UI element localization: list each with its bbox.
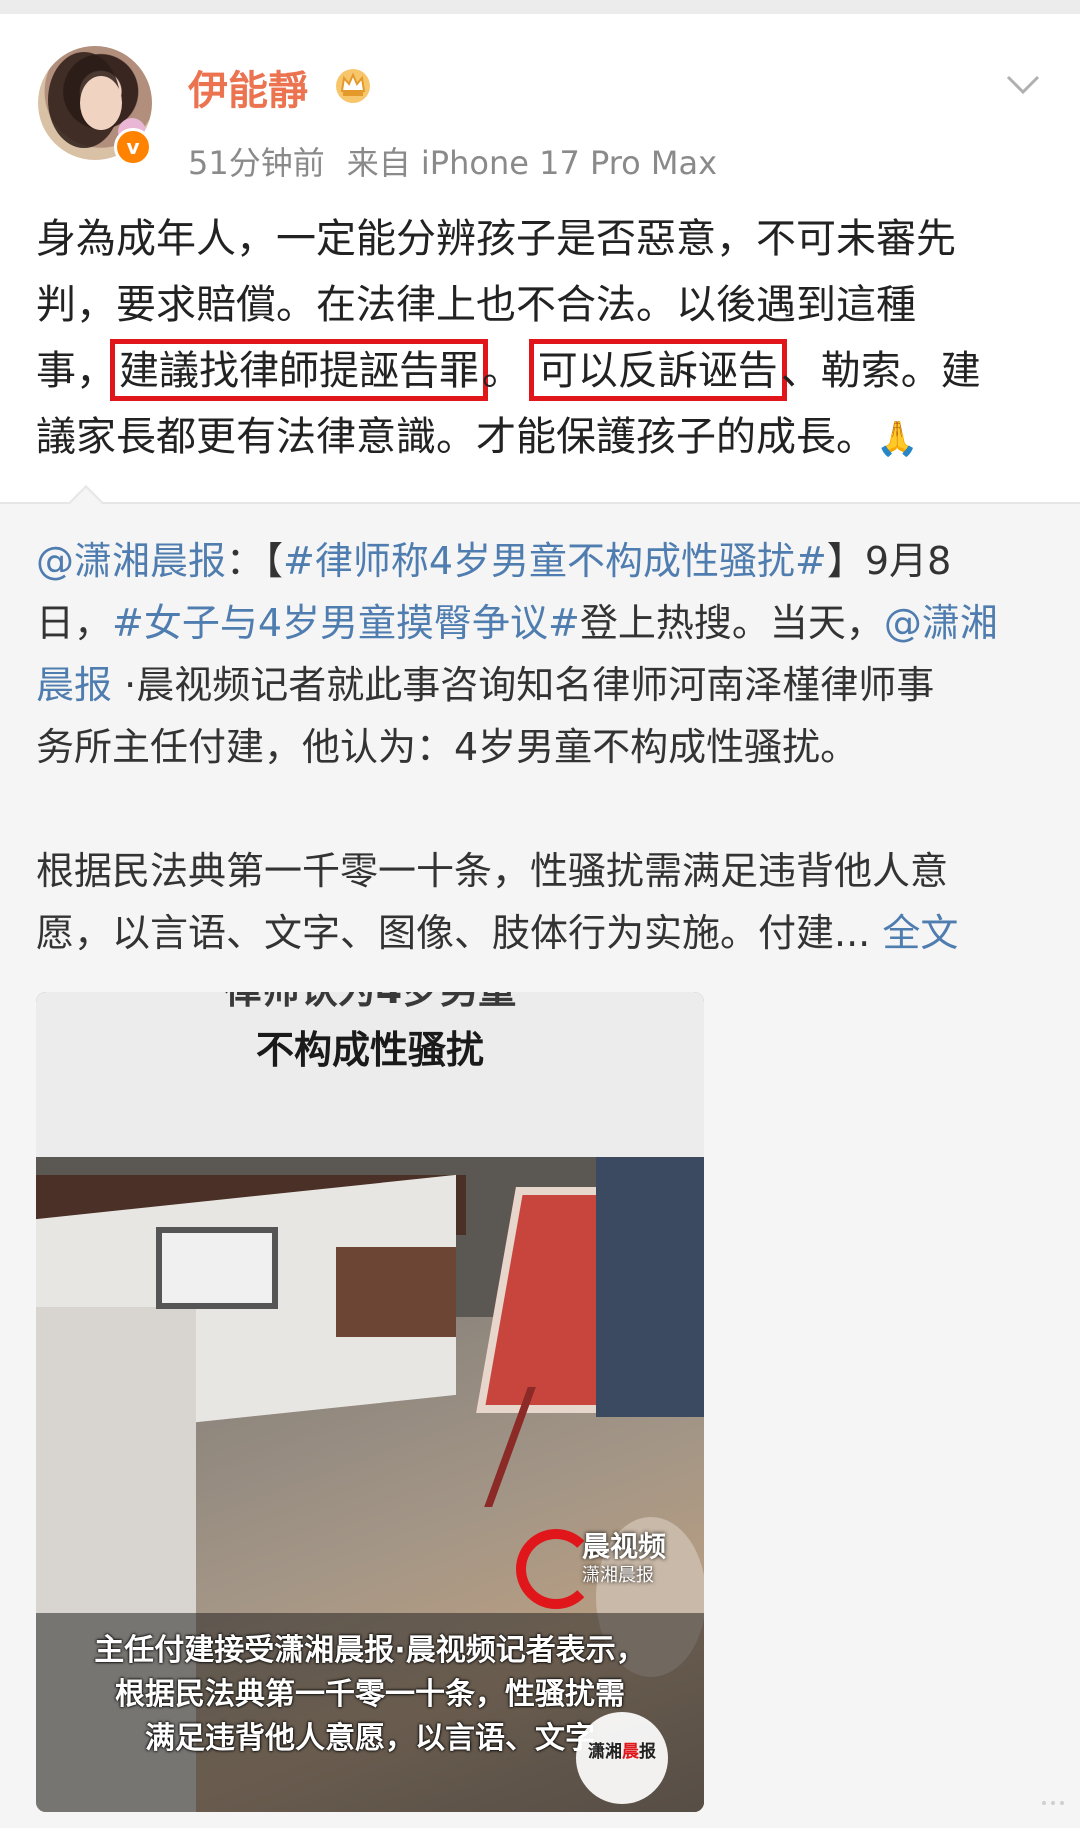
highlight-box: 建議找律師提誣告罪 xyxy=(110,339,488,401)
pray-emoji: 🙏 xyxy=(876,419,919,459)
post-source: 来自 iPhone 17 Pro Max xyxy=(346,144,718,182)
post-text-fragment: 、勒索。建 xyxy=(780,348,981,394)
topic-link[interactable]: #女子与4岁男童摸臀争议# xyxy=(112,601,580,645)
post-line: 判，要求賠償。在法律上也不合法。以後遇到這種 xyxy=(36,282,916,328)
repost-line: 根据民法典第一千零一十条，性骚扰需满足违背他人意 xyxy=(36,849,949,893)
repost-text-fragment: ：【 xyxy=(226,539,284,583)
caption-line: 根据民法典第一千零一十条，性骚扰需 xyxy=(115,1677,625,1712)
full-text-link[interactable]: 全文 xyxy=(882,911,958,955)
post-time: 51分钟前 xyxy=(188,144,325,182)
repost-text: @潇湘晨报：【#律师称4岁男童不构成性骚扰#】9月8 日，#女子与4岁男童摸臀争… xyxy=(36,530,1046,964)
video-title-area: 律师认为4岁男童 不构成性骚扰 xyxy=(36,992,704,1157)
mention-link[interactable]: @潇湘晨报 xyxy=(36,539,226,583)
more-dots-icon[interactable] xyxy=(1040,1796,1066,1810)
video-thumbnail[interactable]: 律师认为4岁男童 不构成性骚扰 晨视频 潇湘晨报 主任付建接受潇湘晨报·晨视频记… xyxy=(36,992,704,1812)
repost-line: 日，#女子与4岁男童摸臀争议#登上热搜。当天，@潇湘 xyxy=(36,592,1046,654)
topic-link[interactable]: #律师称4岁男童不构成性骚扰# xyxy=(283,539,827,583)
caption-line: 主任付建接受潇湘晨报·晨视频记者表示， xyxy=(94,1633,646,1668)
repost-text-fragment: 愿，以言语、文字、图像、肢体行为实施。付建... xyxy=(36,911,871,955)
post-text-fragment: 議家長都更有法律意識。才能保護孩子的成長。 xyxy=(36,414,876,460)
video-logo-text: 晨视频 xyxy=(582,1530,667,1563)
repost-line: 愿，以言语、文字、图像、肢体行为实施。付建... 全文 xyxy=(36,902,1046,964)
post-text: 身為成年人，一定能分辨孩子是否惡意，不可未審先 判，要求賠償。在法律上也不合法。… xyxy=(36,206,1046,472)
mention-link[interactable]: @潇湘 xyxy=(884,601,998,645)
post-line: 議家長都更有法律意識。才能保護孩子的成長。🙏 xyxy=(36,404,1046,472)
verified-badge-icon: v xyxy=(114,128,152,166)
crown-icon xyxy=(336,69,370,103)
video-title: 律师认为4岁男童 不构成性骚扰 xyxy=(36,992,704,1088)
mention-link[interactable]: 晨报 xyxy=(36,663,112,707)
highlight-box: 可以反訴诬告 xyxy=(528,339,787,401)
video-title-main: 不构成性骚扰 xyxy=(255,1028,484,1072)
author-name[interactable]: 伊能靜 xyxy=(188,58,308,116)
video-title-cut: 律师认为4岁男童 xyxy=(36,992,704,1014)
watermark-text: 晨 xyxy=(622,1742,639,1762)
repost-line: 务所主任付建，他认为：4岁男童不构成性骚扰。 xyxy=(36,725,859,769)
repost-text-fragment: 】9月8 xyxy=(826,539,952,583)
repost-line: 晨报 ·晨视频记者就此事咨询知名律师河南泽槿律师事 xyxy=(36,654,1046,716)
repost-text-fragment: 登上热搜。当天， xyxy=(579,601,884,645)
chevron-down-icon[interactable] xyxy=(1006,74,1040,96)
top-strip xyxy=(0,0,1080,14)
repost-text-fragment: 日， xyxy=(36,601,113,645)
post-line: 身為成年人，一定能分辨孩子是否惡意，不可未審先 xyxy=(36,216,956,262)
video-logo-sub: 潇湘晨报 xyxy=(582,1565,654,1586)
watermark-text: 报 xyxy=(639,1742,656,1762)
post-line: 事，建議找律師提誣告罪。 可以反訴诬告、勒索。建 xyxy=(36,338,1046,404)
post-text-fragment: 。 xyxy=(482,348,522,394)
repost-line: @潇湘晨报：【#律师称4岁男童不构成性骚扰#】9月8 xyxy=(36,530,1046,592)
watermark-text: 潇湘 xyxy=(588,1742,622,1762)
post-meta: 51分钟前 来自 iPhone 17 Pro Max xyxy=(188,138,717,184)
watermark-logo: 潇湘晨报 xyxy=(576,1712,668,1804)
post-text-fragment: 事， xyxy=(36,348,116,394)
repost-text-fragment: ·晨视频记者就此事咨询知名律师河南泽槿律师事 xyxy=(124,663,935,707)
